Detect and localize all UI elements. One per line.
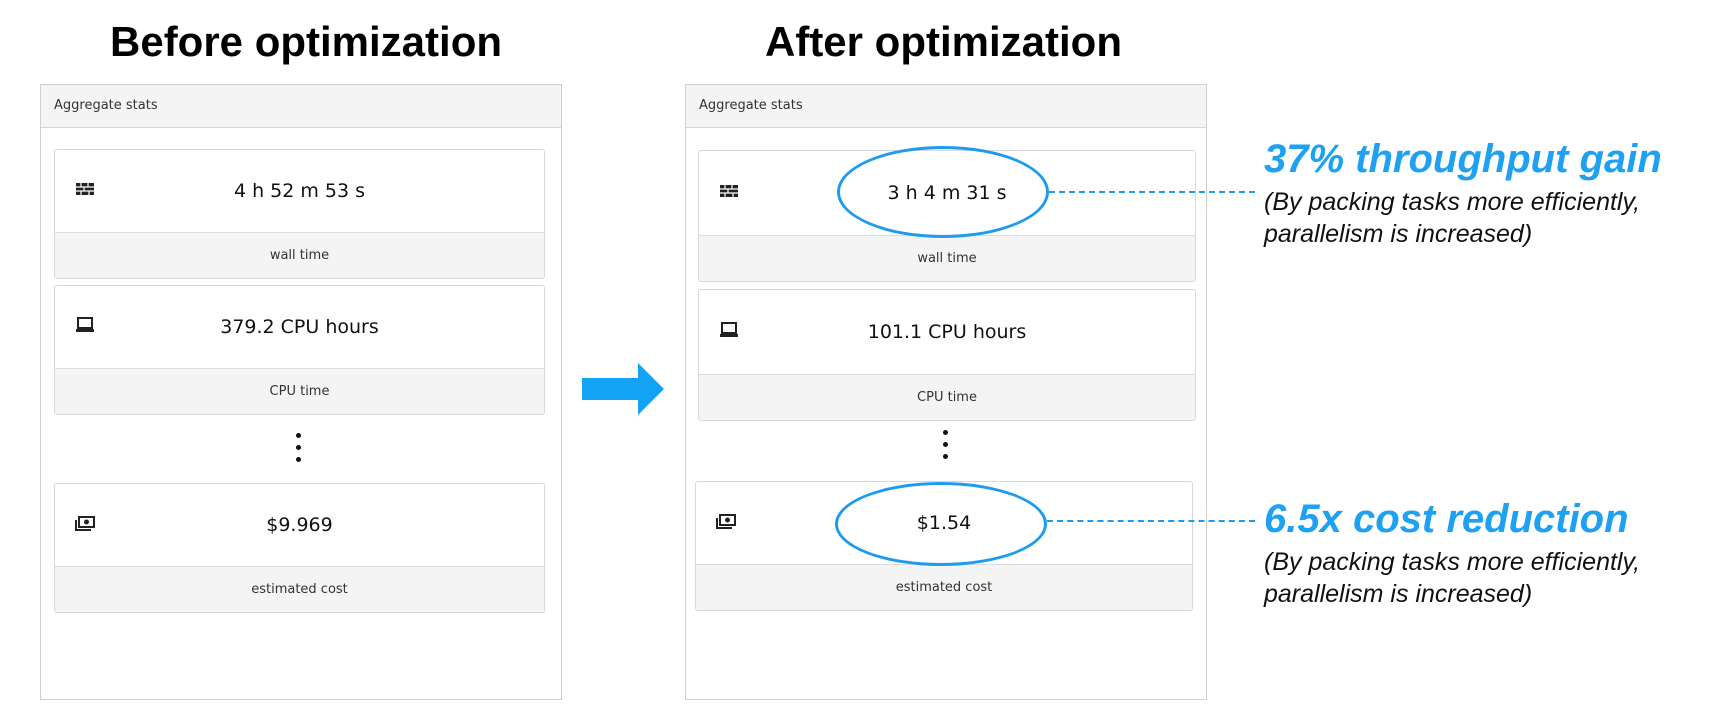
cpu-time-label: CPU time (55, 369, 544, 414)
cpu-time-card: 101.1 CPU hours CPU time (698, 289, 1196, 421)
throughput-connector-line (1049, 191, 1255, 193)
panel-header: Aggregate stats (41, 85, 561, 128)
estimated-cost-card: $9.969 estimated cost (54, 483, 545, 613)
cost-subtitle-line1: (By packing tasks more efficiently, (1264, 548, 1641, 576)
estimated-cost-label: estimated cost (55, 567, 544, 612)
before-aggregate-stats-panel: Aggregate stats 4 h 52 m 53 s wall time (40, 84, 562, 700)
throughput-gain-title: 37% throughput gain (1264, 137, 1662, 181)
cost-reduction-title: 6.5x cost reduction (1264, 497, 1629, 541)
wall-time-label: wall time (55, 233, 544, 278)
cost-highlight-ellipse (835, 482, 1047, 566)
throughput-subtitle-line2: parallelism is increased) (1264, 220, 1533, 248)
wall-time-card: 4 h 52 m 53 s wall time (54, 149, 545, 279)
throughput-gain-subtitle: (By packing tasks more efficiently, para… (1264, 186, 1684, 250)
cpu-time-value: 101.1 CPU hours (867, 321, 1027, 343)
estimated-cost-value: $9.969 (266, 514, 333, 536)
cpu-time-value: 379.2 CPU hours (220, 316, 379, 338)
wall-time-highlight-ellipse (837, 146, 1049, 238)
cost-subtitle-line2: parallelism is increased) (1264, 580, 1533, 608)
before-optimization-heading: Before optimization (110, 18, 503, 65)
cost-connector-line (1047, 520, 1255, 522)
wall-time-value: 4 h 52 m 53 s (233, 180, 366, 202)
cost-reduction-subtitle: (By packing tasks more efficiently, para… (1264, 546, 1684, 610)
more-items-ellipsis (943, 430, 951, 466)
right-arrow-icon (582, 363, 664, 415)
cpu-time-label: CPU time (699, 375, 1195, 420)
wall-time-label: wall time (699, 236, 1195, 281)
cpu-time-card: 379.2 CPU hours CPU time (54, 285, 545, 415)
estimated-cost-label: estimated cost (696, 565, 1192, 610)
throughput-subtitle-line1: (By packing tasks more efficiently, (1264, 188, 1641, 216)
more-items-ellipsis (296, 433, 304, 469)
panel-header: Aggregate stats (686, 85, 1206, 128)
after-optimization-heading: After optimization (765, 18, 1122, 65)
